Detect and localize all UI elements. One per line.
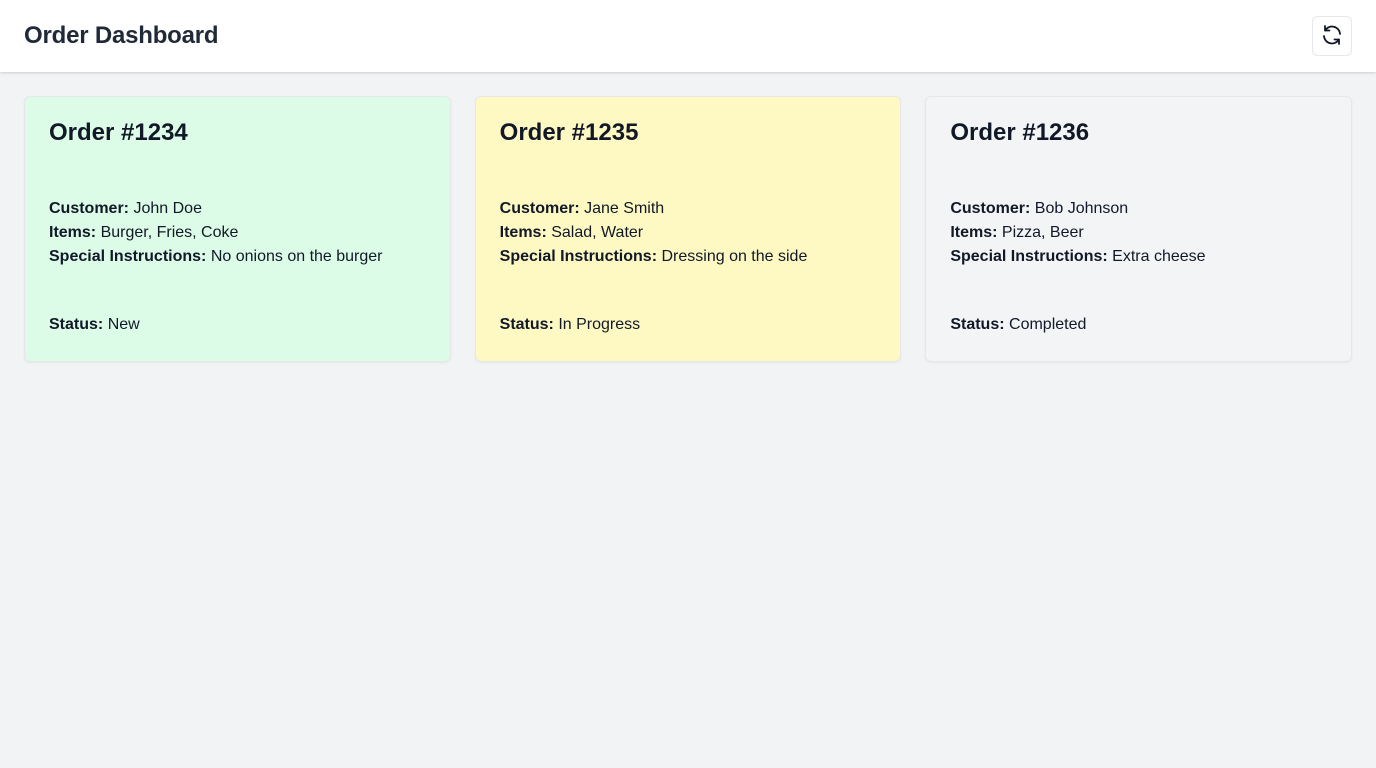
instructions-value: Dressing on the side	[661, 248, 808, 265]
items-row: Items: Pizza, Beer	[950, 221, 1327, 245]
status-label: Status:	[49, 316, 104, 333]
instructions-label: Special Instructions:	[49, 248, 207, 265]
customer-label: Customer:	[49, 200, 130, 217]
instructions-value: No onions on the burger	[210, 248, 383, 265]
instructions-value: Extra cheese	[1112, 248, 1206, 265]
customer-value: Jane Smith	[584, 200, 665, 217]
items-label: Items:	[49, 224, 97, 241]
customer-row: Customer: John Doe	[49, 197, 426, 221]
status-value: New	[107, 316, 140, 333]
items-value: Salad, Water	[551, 224, 644, 241]
order-card: Order #1236 Customer: Bob Johnson Items:…	[925, 96, 1352, 362]
customer-row: Customer: Bob Johnson	[950, 197, 1327, 221]
items-row: Items: Salad, Water	[500, 221, 877, 245]
items-row: Items: Burger, Fries, Coke	[49, 221, 426, 245]
status-row: Status: In Progress	[500, 313, 877, 337]
app-header: Order Dashboard	[0, 0, 1376, 72]
refresh-button[interactable]	[1312, 16, 1352, 56]
status-value: Completed	[1009, 316, 1087, 333]
customer-row: Customer: Jane Smith	[500, 197, 877, 221]
customer-value: Bob Johnson	[1034, 200, 1129, 217]
order-title: Order #1236	[950, 119, 1090, 146]
order-card: Order #1234 Customer: John Doe Items: Bu…	[24, 96, 451, 362]
items-value: Burger, Fries, Coke	[100, 224, 239, 241]
order-card: Order #1235 Customer: Jane Smith Items: …	[474, 96, 902, 362]
items-label: Items:	[499, 224, 547, 241]
customer-value: John Doe	[133, 200, 202, 217]
instructions-row: Special Instructions: Extra cheese	[950, 245, 1327, 269]
customer-label: Customer:	[499, 200, 580, 217]
instructions-label: Special Instructions:	[950, 248, 1108, 265]
status-row: Status: Completed	[950, 313, 1327, 337]
order-details: Customer: Bob Johnson Items: Pizza, Beer…	[950, 197, 1327, 269]
items-value: Pizza, Beer	[1001, 224, 1084, 241]
instructions-row: Special Instructions: No onions on the b…	[49, 245, 426, 269]
refresh-icon	[1320, 23, 1344, 50]
status-label: Status:	[499, 316, 554, 333]
order-details: Customer: Jane Smith Items: Salad, Water…	[500, 197, 877, 269]
status-row: Status: New	[49, 313, 426, 337]
instructions-row: Special Instructions: Dressing on the si…	[500, 245, 877, 269]
orders-grid: Order #1234 Customer: John Doe Items: Bu…	[0, 72, 1376, 386]
items-label: Items:	[950, 224, 998, 241]
order-title: Order #1234	[49, 119, 188, 146]
page-title: Order Dashboard	[24, 22, 219, 49]
status-label: Status:	[950, 316, 1005, 333]
customer-label: Customer:	[950, 200, 1031, 217]
instructions-label: Special Instructions:	[499, 248, 658, 265]
order-details: Customer: John Doe Items: Burger, Fries,…	[49, 197, 426, 269]
order-title: Order #1235	[499, 119, 639, 146]
status-value: In Progress	[558, 316, 641, 333]
